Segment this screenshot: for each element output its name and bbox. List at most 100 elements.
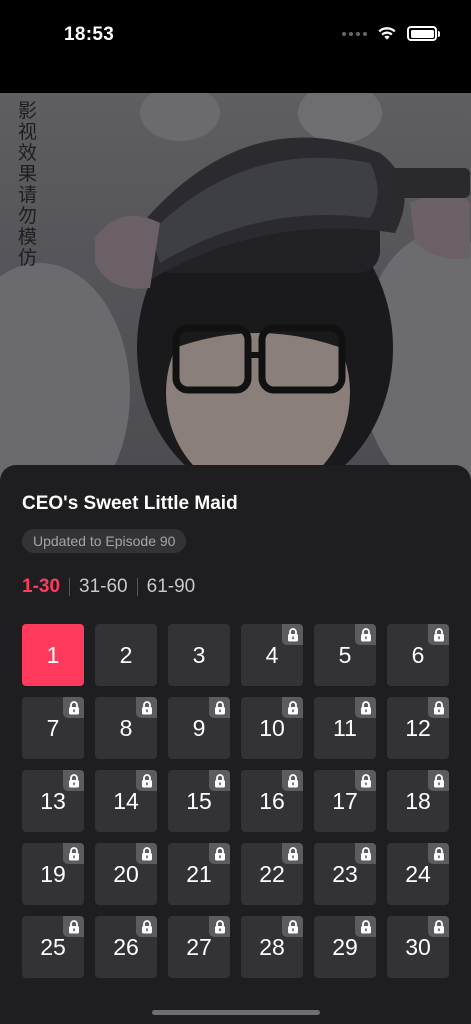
episode-button[interactable]: 30	[387, 916, 449, 978]
episode-sheet: CEO's Sweet Little Maid Updated to Episo…	[0, 465, 471, 1024]
status-time: 18:53	[64, 24, 115, 45]
lock-icon	[282, 624, 303, 645]
battery-icon	[407, 26, 440, 41]
wifi-icon	[378, 27, 396, 40]
lock-icon	[355, 916, 376, 937]
episode-number: 25	[40, 933, 66, 960]
episode-button[interactable]: 17	[314, 770, 376, 832]
episode-button[interactable]: 8	[95, 697, 157, 759]
cellular-signal-icon	[342, 31, 367, 36]
episode-number: 18	[405, 787, 431, 814]
status-icons	[342, 26, 440, 41]
lock-icon	[136, 916, 157, 937]
episode-button[interactable]: 4	[241, 624, 303, 686]
video-player[interactable]: 影视效果 请勿模仿	[0, 93, 471, 493]
episode-button[interactable]: 7	[22, 697, 84, 759]
lock-icon	[209, 697, 230, 718]
episode-number: 16	[259, 787, 285, 814]
lock-icon	[428, 624, 449, 645]
episode-number: 14	[113, 787, 139, 814]
status-bar: 18:53	[0, 0, 471, 93]
episode-button[interactable]: 2	[95, 624, 157, 686]
lock-icon	[282, 697, 303, 718]
lock-icon	[428, 697, 449, 718]
episode-button[interactable]: 6	[387, 624, 449, 686]
episode-button[interactable]: 15	[168, 770, 230, 832]
episode-button[interactable]: 19	[22, 843, 84, 905]
episode-number: 24	[405, 860, 431, 887]
lock-icon	[428, 916, 449, 937]
episode-number: 15	[186, 787, 212, 814]
episode-button[interactable]: 26	[95, 916, 157, 978]
episode-number: 4	[265, 641, 279, 668]
lock-icon	[209, 770, 230, 791]
lock-icon	[63, 843, 84, 864]
lock-icon	[136, 843, 157, 864]
lock-icon	[136, 697, 157, 718]
lock-icon	[63, 697, 84, 718]
episode-button[interactable]: 5	[314, 624, 376, 686]
lock-icon	[282, 916, 303, 937]
tab-range-3[interactable]: 61-90	[147, 576, 196, 598]
episode-button[interactable]: 21	[168, 843, 230, 905]
lock-icon	[428, 843, 449, 864]
video-frame-image	[0, 93, 471, 493]
episode-button[interactable]: 13	[22, 770, 84, 832]
lock-icon	[63, 770, 84, 791]
episode-number: 5	[338, 641, 352, 668]
range-divider	[136, 578, 138, 596]
range-divider	[69, 578, 71, 596]
tab-range-1[interactable]: 1-30	[22, 576, 60, 598]
update-badge: Updated to Episode 90	[22, 529, 187, 553]
episode-number: 19	[40, 860, 66, 887]
episode-button[interactable]: 23	[314, 843, 376, 905]
episode-number: 12	[405, 714, 431, 741]
episode-range-tabs: 1-30 31-60 61-90	[22, 576, 195, 598]
episode-number: 2	[119, 641, 133, 668]
episode-number: 28	[259, 933, 285, 960]
lock-icon	[63, 916, 84, 937]
episode-number: 7	[46, 714, 60, 741]
episode-number: 13	[40, 787, 66, 814]
lock-icon	[355, 624, 376, 645]
episode-button[interactable]: 25	[22, 916, 84, 978]
episode-number: 11	[333, 714, 357, 741]
episode-button[interactable]: 11	[314, 697, 376, 759]
episode-number: 9	[192, 714, 206, 741]
episode-button[interactable]: 24	[387, 843, 449, 905]
episode-button[interactable]: 9	[168, 697, 230, 759]
episode-number: 8	[119, 714, 133, 741]
episode-button[interactable]: 20	[95, 843, 157, 905]
episode-button[interactable]: 14	[95, 770, 157, 832]
lock-icon	[355, 843, 376, 864]
lock-icon	[282, 770, 303, 791]
episode-button[interactable]: 10	[241, 697, 303, 759]
episode-button[interactable]: 3	[168, 624, 230, 686]
drama-title: CEO's Sweet Little Maid	[22, 493, 238, 514]
episode-number: 3	[192, 641, 206, 668]
lock-icon	[428, 770, 449, 791]
lock-icon	[209, 916, 230, 937]
episode-number: 6	[411, 641, 425, 668]
episode-button[interactable]: 16	[241, 770, 303, 832]
lock-icon	[282, 843, 303, 864]
episode-number: 21	[186, 860, 212, 887]
lock-icon	[355, 697, 376, 718]
episode-number: 17	[332, 787, 358, 814]
episode-number: 10	[259, 714, 285, 741]
episode-button[interactable]: 29	[314, 916, 376, 978]
episode-number: 1	[46, 641, 60, 668]
episode-button[interactable]: 1	[22, 624, 84, 686]
lock-icon	[136, 770, 157, 791]
episode-number: 23	[332, 860, 358, 887]
episode-number: 27	[186, 933, 212, 960]
episode-button[interactable]: 12	[387, 697, 449, 759]
episode-button[interactable]: 27	[168, 916, 230, 978]
episode-button[interactable]: 18	[387, 770, 449, 832]
episode-number: 30	[405, 933, 431, 960]
tab-range-2[interactable]: 31-60	[79, 576, 128, 598]
episode-button[interactable]: 28	[241, 916, 303, 978]
episode-number: 26	[113, 933, 139, 960]
episode-number: 22	[259, 860, 285, 887]
episode-button[interactable]: 22	[241, 843, 303, 905]
